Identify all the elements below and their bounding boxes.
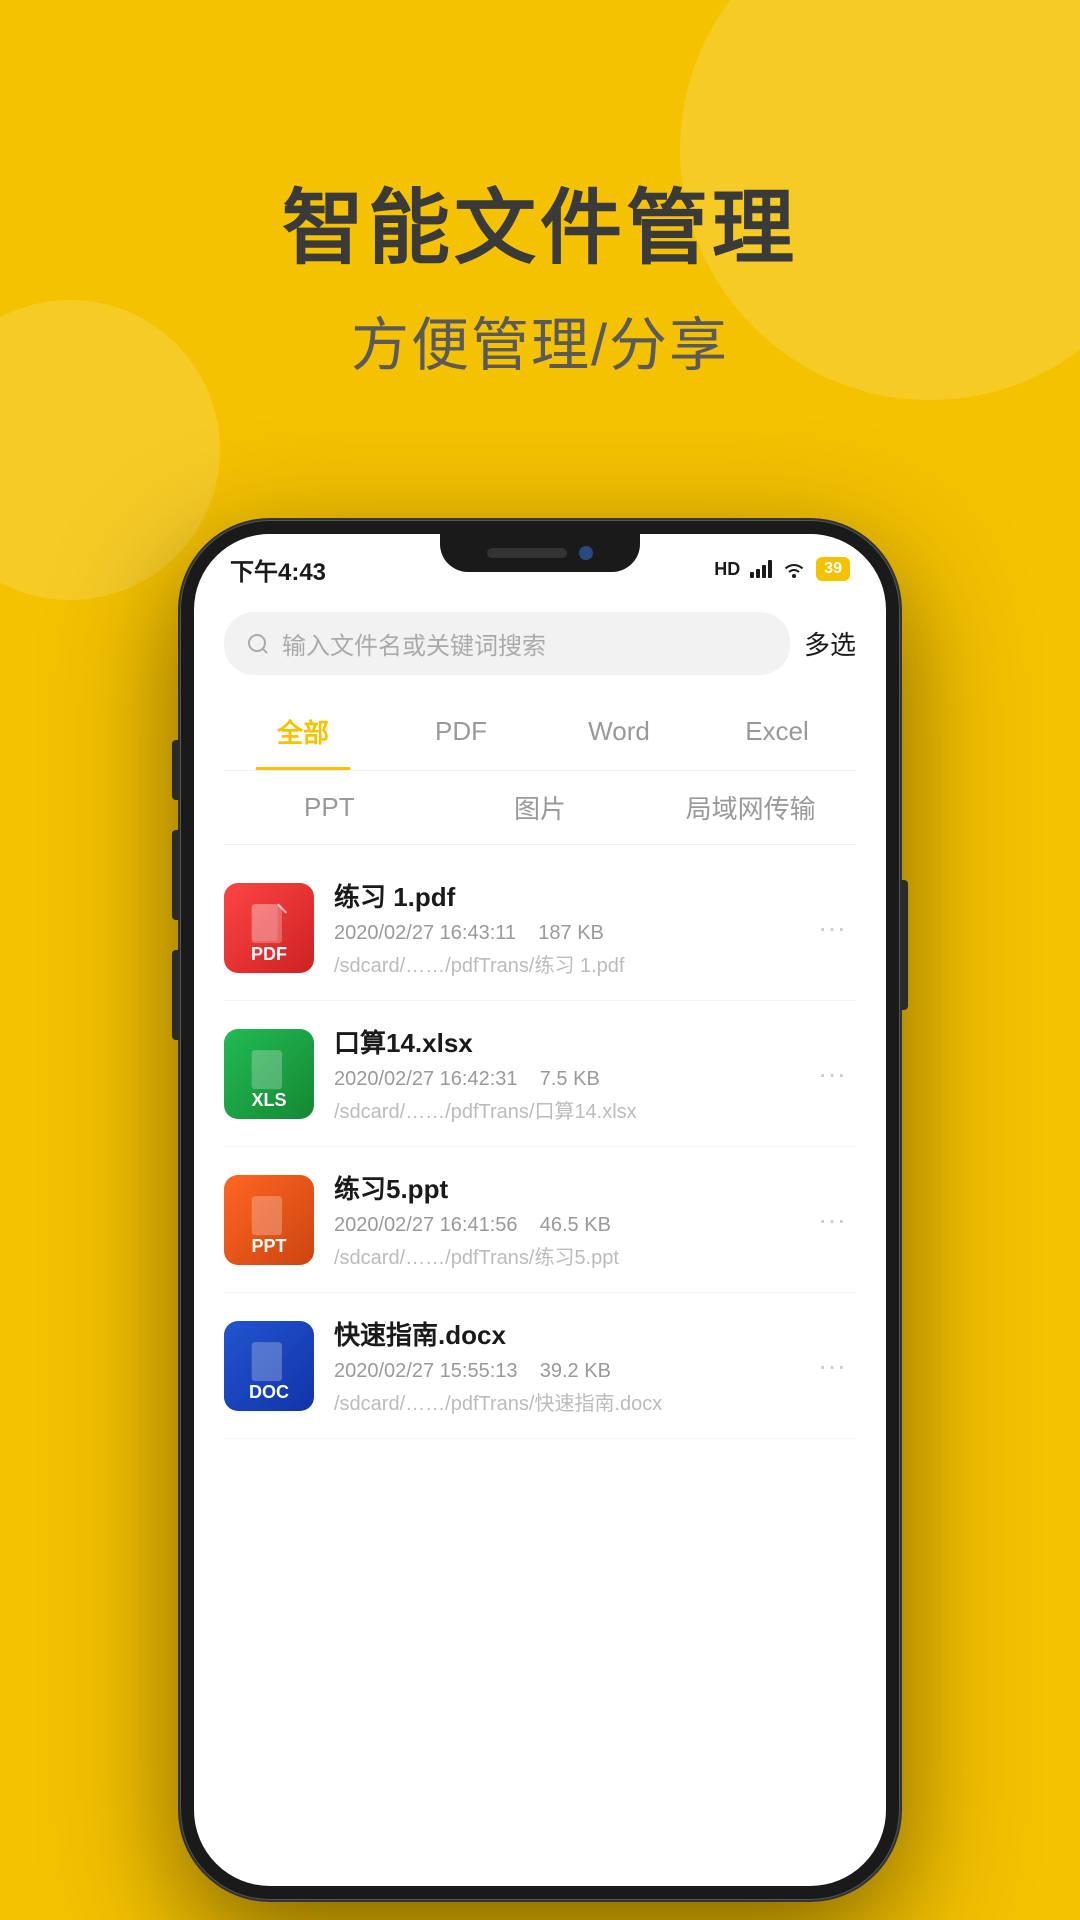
signal-icon: [750, 560, 772, 578]
file-icon-ppt: PPT: [224, 1175, 314, 1265]
tab-all[interactable]: 全部: [224, 693, 382, 770]
list-item[interactable]: PDF 练习 1.pdf 2020/02/27 16:43:11 187 KB …: [224, 855, 856, 1001]
file-info: 口算14.xlsx 2020/02/27 16:42:31 7.5 KB /sd…: [334, 1023, 788, 1124]
file-more-button[interactable]: ···: [808, 1194, 856, 1246]
list-item[interactable]: DOC 快速指南.docx 2020/02/27 15:55:13 39.2 K…: [224, 1293, 856, 1439]
file-info: 快速指南.docx 2020/02/27 15:55:13 39.2 KB /s…: [334, 1315, 788, 1416]
sub-title: 方便管理/分享: [0, 298, 1080, 382]
file-meta: 2020/02/27 16:43:11 187 KB: [334, 922, 788, 945]
phone-shell: 下午4:43 HD 39: [180, 520, 900, 1900]
tab-lan-transfer[interactable]: 局域网传输: [645, 771, 856, 844]
notch: [440, 534, 640, 572]
status-icons: HD 39: [714, 557, 850, 581]
file-more-button[interactable]: ···: [808, 1340, 856, 1392]
file-type-label: DOC: [224, 1382, 314, 1403]
volume-down-button: [172, 950, 180, 1040]
file-name: 练习5.ppt: [334, 1169, 788, 1206]
volume-mute-button: [172, 740, 180, 800]
file-icon-pdf: PDF: [224, 883, 314, 973]
tab-pdf[interactable]: PDF: [382, 696, 540, 767]
file-icon-xls: XLS: [224, 1029, 314, 1119]
power-button: [900, 880, 908, 1010]
file-path: /sdcard/……/pdfTrans/快速指南.docx: [334, 1387, 788, 1416]
tab-excel[interactable]: Excel: [698, 696, 856, 767]
tabs-row-1: 全部 PDF Word Excel: [224, 693, 856, 771]
list-item[interactable]: PPT 练习5.ppt 2020/02/27 16:41:56 46.5 KB …: [224, 1147, 856, 1293]
file-info: 练习5.ppt 2020/02/27 16:41:56 46.5 KB /sdc…: [334, 1169, 788, 1270]
file-info: 练习 1.pdf 2020/02/27 16:43:11 187 KB /sdc…: [334, 877, 788, 978]
search-input-wrapper[interactable]: 输入文件名或关键词搜索: [224, 612, 790, 675]
search-icon: [246, 632, 270, 656]
search-bar: 输入文件名或关键词搜索 多选: [224, 612, 856, 675]
hd-label: HD: [714, 559, 740, 580]
phone-screen: 下午4:43 HD 39: [194, 534, 886, 1886]
file-icon-doc: DOC: [224, 1321, 314, 1411]
app-content: 输入文件名或关键词搜索 多选 全部 PDF Word: [194, 612, 886, 1439]
speaker: [487, 548, 567, 558]
file-type-label: PPT: [224, 1236, 314, 1257]
file-meta: 2020/02/27 16:41:56 46.5 KB: [334, 1214, 788, 1237]
phone-mockup: 下午4:43 HD 39: [180, 520, 900, 1900]
file-meta: 2020/02/27 16:42:31 7.5 KB: [334, 1068, 788, 1091]
file-type-label: PDF: [224, 944, 314, 965]
file-path: /sdcard/……/pdfTrans/口算14.xlsx: [334, 1095, 788, 1124]
multi-select-button[interactable]: 多选: [804, 625, 856, 662]
list-item[interactable]: XLS 口算14.xlsx 2020/02/27 16:42:31 7.5 KB…: [224, 1001, 856, 1147]
front-camera: [579, 546, 593, 560]
file-more-button[interactable]: ···: [808, 1048, 856, 1100]
main-title: 智能文件管理: [0, 180, 1080, 278]
file-name: 快速指南.docx: [334, 1315, 788, 1352]
file-more-button[interactable]: ···: [808, 902, 856, 954]
header-section: 智能文件管理 方便管理/分享: [0, 180, 1080, 382]
search-placeholder: 输入文件名或关键词搜索: [282, 626, 546, 661]
tab-ppt[interactable]: PPT: [224, 774, 435, 841]
file-name: 口算14.xlsx: [334, 1023, 788, 1060]
wifi-icon: [782, 560, 806, 578]
file-list: PDF 练习 1.pdf 2020/02/27 16:43:11 187 KB …: [224, 855, 856, 1439]
tab-images[interactable]: 图片: [435, 771, 646, 844]
volume-up-button: [172, 830, 180, 920]
status-time: 下午4:43: [230, 552, 326, 587]
file-meta: 2020/02/27 15:55:13 39.2 KB: [334, 1360, 788, 1383]
file-type-label: XLS: [224, 1090, 314, 1111]
battery-indicator: 39: [816, 557, 850, 581]
file-path: /sdcard/……/pdfTrans/练习 1.pdf: [334, 949, 788, 978]
file-name: 练习 1.pdf: [334, 877, 788, 914]
tab-word[interactable]: Word: [540, 696, 698, 767]
tabs-row-2: PPT 图片 局域网传输: [224, 771, 856, 845]
file-path: /sdcard/……/pdfTrans/练习5.ppt: [334, 1241, 788, 1270]
